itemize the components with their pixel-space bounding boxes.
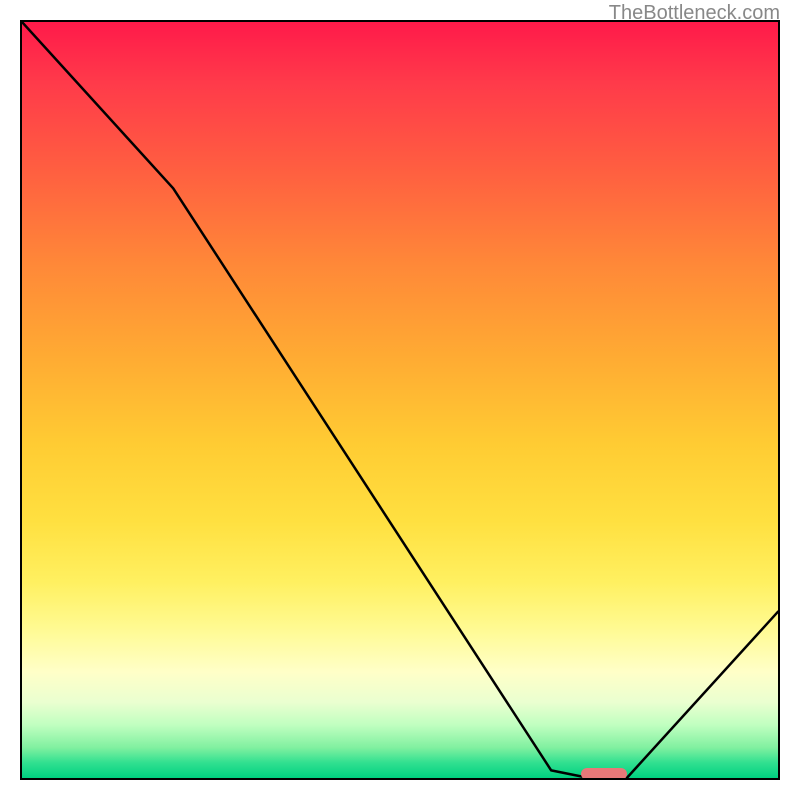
chart-frame	[20, 20, 780, 780]
target-marker	[581, 768, 626, 778]
chart-plot-area	[22, 22, 778, 778]
watermark-text: TheBottleneck.com	[609, 2, 780, 25]
chart-curve	[22, 22, 778, 778]
